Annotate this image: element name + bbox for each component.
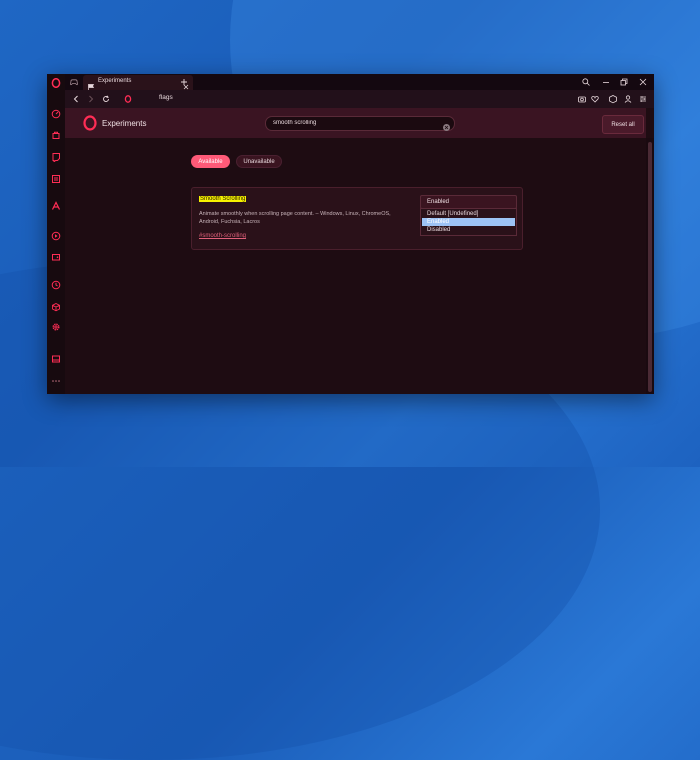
history-icon[interactable] [51,280,61,290]
opera-logo-icon [82,115,98,136]
wallet-icon[interactable] [51,252,61,262]
wallet-card-icon[interactable] [51,354,61,364]
dropdown-option-disabled[interactable]: Disabled [422,226,515,234]
restore-icon[interactable] [619,77,629,87]
flag-name: Smooth Scrolling [199,196,247,202]
flag-card: Smooth Scrolling Animate smoothly when s… [191,187,523,250]
back-icon[interactable] [71,94,81,104]
heart-icon[interactable] [590,94,600,104]
shopping-icon[interactable] [51,130,61,140]
player-icon[interactable] [51,231,61,241]
flag-select[interactable]: Enabled [420,195,517,211]
reset-all-button[interactable]: Reset all [602,115,644,134]
search-box[interactable] [265,116,455,131]
search-input[interactable] [273,120,433,126]
aria-icon[interactable] [51,201,61,211]
box-icon[interactable] [608,94,618,104]
url-field[interactable] [159,94,359,101]
sidebar [47,74,65,394]
search-tabs-icon[interactable] [581,77,591,87]
flag-select-value: Enabled [427,198,450,205]
cube-icon[interactable] [51,302,61,312]
flag-link[interactable]: #smooth-scrolling [199,233,246,239]
flag-description: Animate smoothly when scrolling page con… [199,211,391,225]
title-bar: Experiments [65,74,654,91]
news-icon[interactable] [51,174,61,184]
camera-icon[interactable] [577,94,587,104]
settings-icon[interactable] [51,322,61,332]
scrollbar-thumb[interactable] [648,142,652,392]
tab-unavailable[interactable]: Unavailable [236,155,282,168]
clear-search-icon[interactable] [442,119,451,137]
twitch-icon[interactable] [51,152,61,162]
main-content: Available Unavailable Smooth Scrolling A… [65,138,646,394]
tab-experiments[interactable]: Experiments [83,75,193,91]
speed-dial-icon[interactable] [51,109,61,119]
profile-icon[interactable] [623,94,633,104]
opera-page-icon [123,94,133,104]
reload-icon[interactable] [101,94,111,104]
tab-title: Experiments [98,78,132,84]
address-bar [65,90,654,108]
minimize-icon[interactable] [601,77,611,87]
flag-dropdown: Default [Undefined] Enabled Disabled [420,208,517,236]
easy-setup-icon[interactable] [638,94,648,104]
page-scrollbar[interactable] [646,138,654,394]
page-title: Experiments [102,119,147,128]
gamepad-icon[interactable] [69,77,79,87]
dropdown-option-default[interactable]: Default [Undefined] [422,210,515,218]
tab-available[interactable]: Available [191,155,230,168]
opera-logo-icon[interactable] [51,78,61,88]
browser-window: Experiments flags Experiments smooth scr… [47,74,654,394]
dropdown-option-enabled[interactable]: Enabled [422,218,515,226]
close-window-icon[interactable] [638,77,648,87]
forward-icon[interactable] [86,94,96,104]
new-tab-icon[interactable] [179,77,189,87]
experiments-header: Experiments Reset all [65,108,646,138]
more-icon[interactable] [51,376,61,386]
